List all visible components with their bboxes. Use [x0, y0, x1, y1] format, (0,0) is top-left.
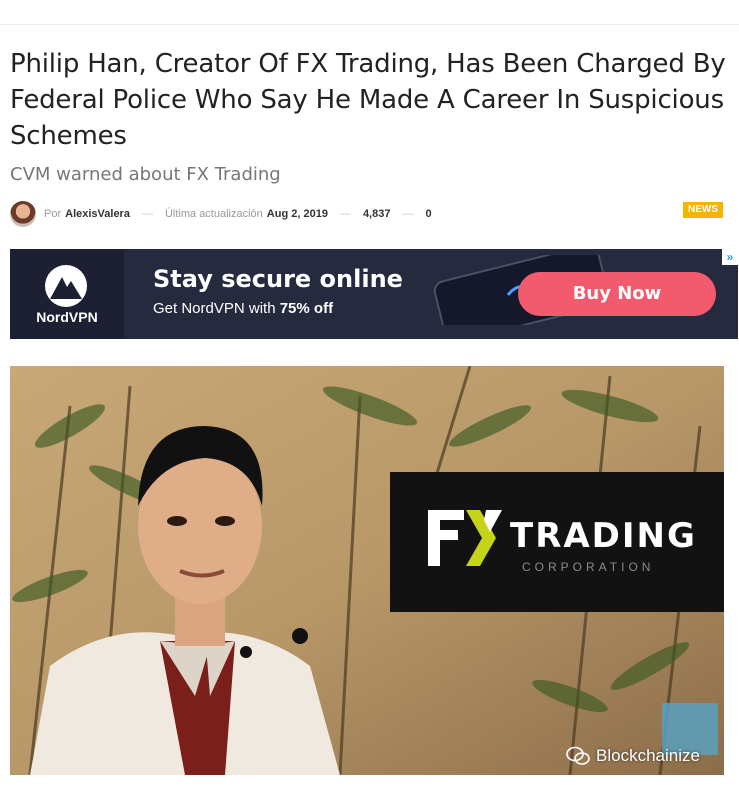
ad-discount: 75% off	[279, 300, 334, 317]
author-link[interactable]: AlexisValera	[65, 208, 130, 220]
wechat-icon	[566, 746, 590, 765]
adchoices-icon[interactable]: »	[722, 249, 738, 265]
article-title: Philip Han, Creator Of FX Trading, Has B…	[10, 49, 726, 151]
category-badge[interactable]: NEWS	[683, 202, 723, 218]
fx-logo-word: TRADING	[510, 516, 697, 556]
fx-logo-subword: CORPORATION	[522, 560, 655, 574]
buy-now-button[interactable]: Buy Now	[518, 272, 716, 316]
hero-image: TRADING CORPORATION Blockchainize	[10, 366, 724, 775]
meta-separator: —	[141, 208, 153, 220]
article-meta: Por AlexisValera — Última actualización …	[10, 201, 432, 227]
ad-headline: Stay secure online	[153, 265, 403, 293]
source-watermark: Blockchainize	[566, 746, 700, 766]
article-subtitle: CVM warned about FX Trading	[10, 164, 281, 185]
by-label: Por	[44, 208, 62, 220]
ad-brand-panel: NordVPN	[10, 249, 124, 339]
nordvpn-ad-banner[interactable]: NordVPN Stay secure online Get NordVPN w…	[10, 249, 738, 339]
meta-separator: —	[339, 208, 351, 220]
comment-count[interactable]: 0	[425, 208, 431, 220]
ad-subline: Get NordVPN with 75% off	[153, 300, 333, 317]
fx-logo-icon	[428, 510, 502, 566]
top-divider	[0, 24, 739, 25]
meta-separator: —	[402, 208, 414, 220]
author-avatar[interactable]	[10, 201, 36, 227]
fx-trading-logo-panel: TRADING CORPORATION	[390, 472, 724, 612]
view-count: 4,837	[362, 208, 391, 220]
nordvpn-logo-icon	[45, 265, 87, 307]
publish-date: Aug 2, 2019	[266, 208, 328, 220]
ad-sub-prefix: Get NordVPN with	[153, 300, 280, 317]
watermark-text: Blockchainize	[596, 746, 700, 765]
updated-label: Última actualización	[164, 208, 263, 220]
ad-brand-name: NordVPN	[36, 309, 98, 325]
